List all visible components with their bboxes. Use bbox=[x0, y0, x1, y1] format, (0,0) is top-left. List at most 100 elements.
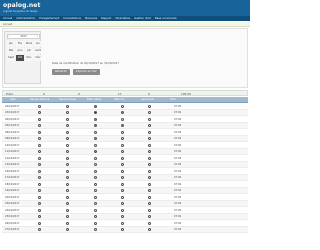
nav-item[interactable]: Rapport bbox=[101, 17, 111, 20]
month-cell[interactable]: Nov bbox=[25, 55, 33, 61]
status-icon[interactable] bbox=[148, 182, 151, 186]
status-icon[interactable] bbox=[121, 221, 124, 225]
status-icon[interactable] bbox=[38, 202, 41, 205]
status-icon[interactable] bbox=[148, 221, 151, 225]
status-icon[interactable] bbox=[94, 124, 97, 127]
status-icon[interactable] bbox=[148, 104, 151, 108]
status-icon[interactable] bbox=[94, 189, 97, 192]
status-icon[interactable] bbox=[121, 117, 124, 121]
status-icon[interactable] bbox=[94, 150, 97, 153]
nav-item[interactable]: Consultations bbox=[63, 17, 81, 20]
status-icon[interactable] bbox=[38, 163, 41, 166]
status-icon[interactable] bbox=[66, 130, 69, 134]
status-icon[interactable] bbox=[94, 111, 97, 114]
status-icon[interactable] bbox=[66, 137, 69, 140]
status-icon[interactable] bbox=[94, 182, 97, 186]
month-cell[interactable]: Fév bbox=[16, 41, 24, 47]
nav-item[interactable]: Administration bbox=[16, 17, 35, 20]
status-icon[interactable] bbox=[121, 111, 124, 114]
status-icon[interactable] bbox=[148, 228, 151, 231]
status-icon[interactable] bbox=[94, 208, 97, 212]
site-logo[interactable]: opalog.net bbox=[3, 2, 40, 9]
export-button[interactable]: Exporter en CSV bbox=[73, 69, 100, 75]
status-icon[interactable] bbox=[148, 143, 151, 147]
status-icon[interactable] bbox=[94, 228, 97, 231]
status-icon[interactable] bbox=[121, 163, 124, 166]
status-icon[interactable] bbox=[121, 104, 124, 108]
status-icon[interactable] bbox=[94, 195, 97, 199]
nav-item[interactable]: Mensuels bbox=[85, 17, 97, 20]
month-cell[interactable]: Avr bbox=[34, 41, 42, 47]
status-icon[interactable] bbox=[121, 228, 124, 231]
status-icon[interactable] bbox=[38, 195, 41, 199]
status-icon[interactable] bbox=[66, 111, 69, 114]
status-icon[interactable] bbox=[38, 215, 41, 218]
status-icon[interactable] bbox=[66, 143, 69, 147]
status-icon[interactable] bbox=[94, 163, 97, 166]
status-icon[interactable] bbox=[38, 189, 41, 192]
status-icon[interactable] bbox=[38, 228, 41, 231]
status-icon[interactable] bbox=[121, 189, 124, 192]
nav-item[interactable]: Gestion droit bbox=[134, 17, 151, 20]
status-icon[interactable] bbox=[94, 202, 97, 205]
status-icon[interactable] bbox=[94, 130, 97, 134]
status-icon[interactable] bbox=[148, 202, 151, 205]
status-icon[interactable] bbox=[148, 169, 151, 173]
status-icon[interactable] bbox=[66, 117, 69, 121]
status-icon[interactable] bbox=[148, 195, 151, 199]
status-icon[interactable] bbox=[94, 156, 97, 160]
status-icon[interactable] bbox=[148, 137, 151, 140]
month-cell[interactable]: Oct bbox=[16, 55, 24, 61]
status-icon[interactable] bbox=[148, 189, 151, 192]
status-icon[interactable] bbox=[38, 137, 41, 140]
status-icon[interactable] bbox=[121, 143, 124, 147]
status-icon[interactable] bbox=[38, 182, 41, 186]
month-cell[interactable]: Août bbox=[34, 48, 42, 54]
status-icon[interactable] bbox=[121, 169, 124, 173]
table-row[interactable]: 27/10/2017 07:00 bbox=[2, 226, 248, 233]
status-icon[interactable] bbox=[38, 156, 41, 160]
status-icon[interactable] bbox=[66, 202, 69, 205]
chevron-left-icon[interactable]: ‹ bbox=[9, 35, 10, 39]
status-icon[interactable] bbox=[94, 169, 97, 173]
status-icon[interactable] bbox=[121, 182, 124, 186]
status-icon[interactable] bbox=[148, 124, 151, 127]
status-icon[interactable] bbox=[66, 195, 69, 199]
status-icon[interactable] bbox=[66, 221, 69, 225]
status-icon[interactable] bbox=[121, 215, 124, 218]
status-icon[interactable] bbox=[94, 117, 97, 121]
status-icon[interactable] bbox=[121, 202, 124, 205]
status-icon[interactable] bbox=[38, 221, 41, 225]
status-icon[interactable] bbox=[38, 117, 41, 121]
nav-item[interactable]: Base commande bbox=[155, 17, 177, 20]
month-cell[interactable]: Déc bbox=[34, 55, 42, 61]
status-icon[interactable] bbox=[94, 215, 97, 218]
month-cell[interactable]: Mars bbox=[25, 41, 33, 47]
status-icon[interactable] bbox=[66, 208, 69, 212]
status-icon[interactable] bbox=[94, 176, 97, 179]
status-icon[interactable] bbox=[38, 150, 41, 153]
status-icon[interactable] bbox=[148, 117, 151, 121]
status-icon[interactable] bbox=[148, 130, 151, 134]
status-icon[interactable] bbox=[121, 124, 124, 127]
status-icon[interactable] bbox=[66, 176, 69, 179]
status-icon[interactable] bbox=[38, 130, 41, 134]
status-icon[interactable] bbox=[38, 208, 41, 212]
month-cell[interactable]: Mai bbox=[7, 48, 15, 54]
nav-item[interactable]: Accueil bbox=[3, 17, 12, 20]
status-icon[interactable] bbox=[94, 143, 97, 147]
status-icon[interactable] bbox=[148, 156, 151, 160]
status-icon[interactable] bbox=[66, 163, 69, 166]
status-icon[interactable] bbox=[66, 189, 69, 192]
status-icon[interactable] bbox=[38, 169, 41, 173]
status-icon[interactable] bbox=[66, 228, 69, 231]
status-icon[interactable] bbox=[94, 104, 97, 108]
status-icon[interactable] bbox=[66, 182, 69, 186]
status-icon[interactable] bbox=[38, 104, 41, 108]
status-icon[interactable] bbox=[38, 143, 41, 147]
status-icon[interactable] bbox=[66, 215, 69, 218]
status-icon[interactable] bbox=[148, 111, 151, 114]
nav-item[interactable]: Enregistrement bbox=[39, 17, 59, 20]
status-icon[interactable] bbox=[148, 215, 151, 218]
status-icon[interactable] bbox=[66, 169, 69, 173]
